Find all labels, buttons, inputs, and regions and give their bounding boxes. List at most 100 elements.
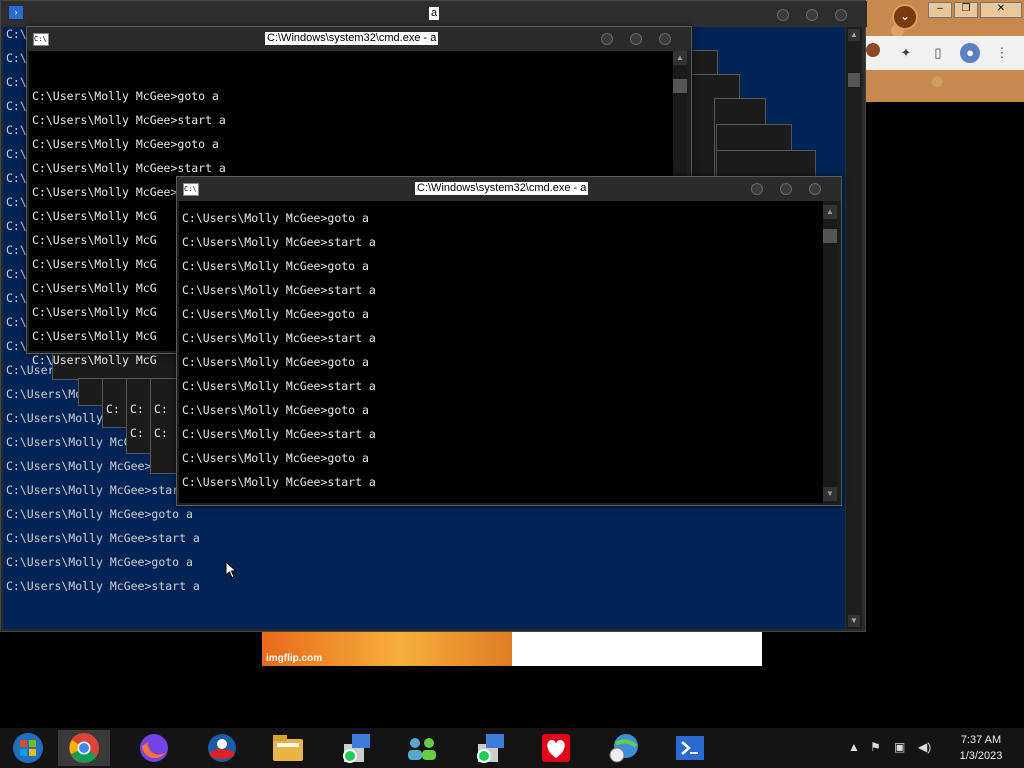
console-line: C:\Users\Molly McGee>goto a [32, 137, 219, 151]
scroll-down-arrow[interactable]: ▼ [848, 615, 860, 627]
console-line: C:\Users\Molly McG [32, 353, 157, 367]
scroll-up-arrow[interactable]: ▲ [848, 29, 860, 41]
console-line: C:\Users\Molly McGee>goto a [182, 211, 369, 225]
scroll-down-arrow[interactable]: ▼ [823, 487, 837, 501]
chrome-icon[interactable] [58, 730, 110, 766]
cmd-titlebar[interactable]: C:\ C:\Windows\system32\cmd.exe - a [177, 177, 841, 201]
cmd-minimize-button[interactable] [601, 33, 613, 45]
cmd-title: C:\Windows\system32\cmd.exe - a [415, 182, 589, 195]
stacked-prompt: C: [130, 402, 144, 416]
browser-window: ⌄ – ❐ ✕ ✦ ▯ ● ⋮ [866, 0, 1024, 102]
console-line: C:\ [6, 195, 27, 209]
scroll-up-arrow[interactable]: ▲ [673, 51, 687, 65]
menu-kebab-icon[interactable]: ⋮ [992, 43, 1012, 63]
console-line: C:\Users\Molly McG [32, 209, 157, 223]
file-explorer-icon[interactable] [262, 730, 314, 766]
console-line: C:\ [6, 51, 27, 65]
console-line: C:\Users\Molly McGee [6, 435, 145, 449]
console-line: C:\ [6, 219, 27, 233]
console-line: C:\Users\Molly McGee>goto a [6, 555, 193, 569]
cmd-scrollbar[interactable]: ▲ ▼ [823, 201, 837, 503]
people-network-icon[interactable] [396, 730, 448, 766]
console-line: C:\Users\Molly McGee>start a [32, 113, 226, 127]
console-line: C:\Users\Molly McGee>goto a [182, 307, 369, 321]
cmd-close-button[interactable] [659, 33, 671, 45]
console-line: C:\ [6, 267, 27, 281]
powershell-close-button[interactable] [835, 9, 847, 21]
console-line: C:\Users\Molly McGee>goto a [32, 89, 219, 103]
volume-icon[interactable]: ◀) [918, 740, 931, 754]
show-hidden-icons-icon[interactable]: ▲ [848, 740, 860, 754]
start-orb-icon[interactable] [2, 730, 54, 766]
browser-avatar-small-icon[interactable] [866, 43, 880, 57]
console-line: C:\Users\Molly McGee>goto a [6, 507, 193, 521]
cmd-maximize-button[interactable] [630, 33, 642, 45]
console-line: C:\ [6, 147, 27, 161]
powershell-scrollbar[interactable]: ▲ ▼ [846, 27, 862, 629]
console-line: C:\Users\Molly McGee>start a [182, 331, 376, 345]
wall-ice-cream-icon[interactable] [530, 730, 582, 766]
console-line: C:\ [6, 171, 27, 185]
browser-maximize-button[interactable]: ❐ [954, 2, 978, 18]
console-line: C:\ [6, 315, 27, 329]
powershell-titlebar[interactable]: › a [1, 1, 867, 27]
powershell-minimize-button[interactable] [777, 9, 789, 21]
firefox-icon[interactable] [128, 730, 180, 766]
install-package-icon[interactable] [330, 730, 382, 766]
scroll-thumb[interactable] [823, 229, 837, 243]
obama-campaign-icon[interactable] [196, 730, 248, 766]
browser-minimize-button[interactable]: – [928, 2, 952, 18]
cmd-titlebar[interactable]: C:\ C:\Windows\system32\cmd.exe - a [27, 27, 691, 51]
cmd-minimize-button[interactable] [751, 183, 763, 195]
stacked-prompt: C: [106, 402, 120, 416]
console-line: C:\Users\Molly McG [32, 257, 157, 271]
extensions-icon[interactable]: ✦ [896, 43, 916, 63]
powershell-icon: › [9, 6, 23, 19]
browser-close-button[interactable]: ✕ [980, 2, 1022, 18]
console-line: C:\ [6, 27, 27, 41]
taskbar: ▲ ⚑ ▣ ◀) 7:37 AM 1/3/2023 [0, 728, 1024, 768]
browser-profile-dropdown[interactable]: ⌄ [892, 4, 918, 30]
cmd-title: C:\Windows\system32\cmd.exe - a [265, 32, 439, 45]
action-center-flag-icon[interactable]: ⚑ [870, 740, 881, 754]
console-line: C:\ [6, 291, 27, 305]
meme-watermark: imgflip.com [266, 653, 323, 664]
console-line: C:\Users\Molly McGee>start a [6, 531, 200, 545]
powershell-maximize-button[interactable] [806, 9, 818, 21]
stacked-prompt: C: [154, 402, 168, 416]
console-line: C:\Users\Molly McGee>start a [6, 579, 200, 593]
clock-time: 7:37 AM [960, 734, 1002, 746]
stacked-prompt: C: [130, 426, 144, 440]
console-line: C:\Users\Molly McGee>got [6, 459, 173, 473]
console-line: C:\Users\Molly McG [32, 233, 157, 247]
powershell-taskbar-icon[interactable] [664, 730, 716, 766]
console-line: C:\ [6, 123, 27, 137]
cmd-console[interactable]: C:\Users\Molly McGee>goto a C:\Users\Moll… [179, 201, 823, 503]
console-line: C:\Users\Molly McGee>start a [182, 427, 376, 441]
console-line: C:\Users\Molly McGee>goto a [182, 259, 369, 273]
globe-clock-icon[interactable] [598, 730, 650, 766]
scroll-thumb[interactable] [673, 79, 687, 93]
cmd-window-front: C:\ C:\Windows\system32\cmd.exe - a C:\U… [176, 176, 842, 506]
side-panel-icon[interactable]: ▯ [928, 43, 948, 63]
console-line: C:\Users\Molly McG [32, 305, 157, 319]
cmd-close-button[interactable] [809, 183, 821, 195]
cmd-maximize-button[interactable] [780, 183, 792, 195]
mouse-cursor-icon [225, 560, 239, 584]
clock[interactable]: 7:37 AM 1/3/2023 [946, 732, 1016, 764]
browser-toolbar: ✦ ▯ ● ⋮ [866, 36, 1024, 70]
scroll-thumb[interactable] [848, 73, 860, 87]
scroll-up-arrow[interactable]: ▲ [823, 205, 837, 219]
browser-titlebar: ⌄ – ❐ ✕ [866, 0, 1024, 30]
profile-icon[interactable]: ● [960, 43, 980, 63]
stacked-prompt: C: [154, 426, 168, 440]
meme-image: imgflip.com [262, 632, 512, 666]
install-package-2-icon[interactable] [464, 730, 516, 766]
console-line: C:\Users\Molly McGee>goto a [182, 451, 369, 465]
powershell-title: a [429, 7, 440, 20]
console-line: C:\Users\Molly McGee>start a [182, 379, 376, 393]
console-line: C:\Users\Molly McGee>start a [182, 235, 376, 249]
network-icon[interactable]: ▣ [894, 740, 905, 754]
console-line: C:\Users\Molly McGee>start a [32, 161, 226, 175]
console-line: C:\Users\Molly McG [32, 281, 157, 295]
